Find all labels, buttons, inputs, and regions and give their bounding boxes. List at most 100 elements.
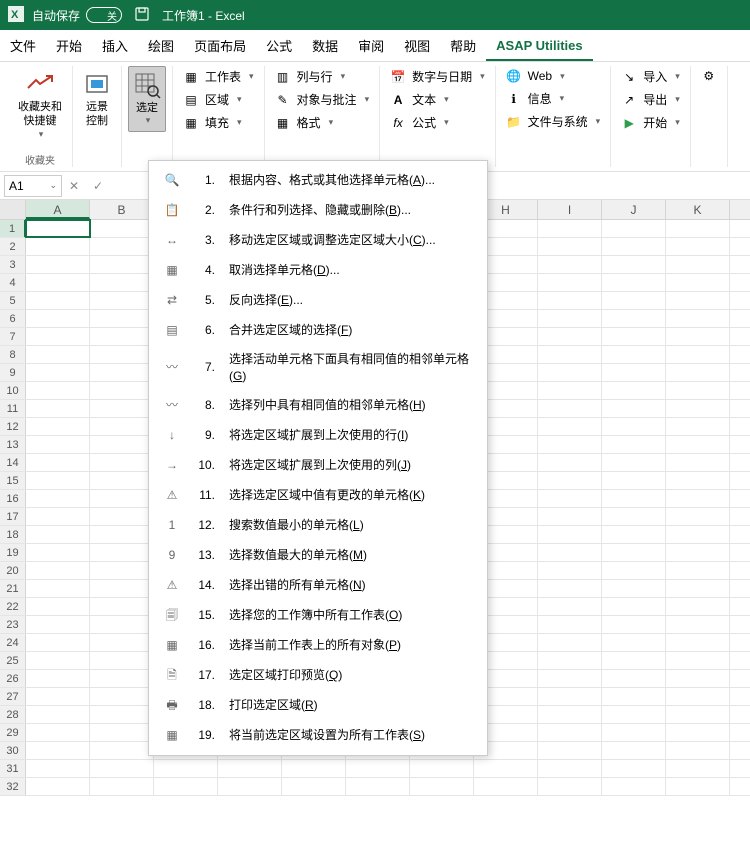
cell[interactable] (538, 508, 602, 525)
cell[interactable] (666, 454, 730, 471)
cell[interactable] (666, 598, 730, 615)
cell[interactable] (538, 616, 602, 633)
cell[interactable] (538, 688, 602, 705)
cell[interactable] (26, 760, 90, 777)
cell[interactable] (538, 598, 602, 615)
cell[interactable] (90, 490, 154, 507)
row-header[interactable]: 28 (0, 706, 26, 723)
cell[interactable] (666, 562, 730, 579)
cell[interactable] (90, 688, 154, 705)
cell[interactable] (26, 544, 90, 561)
cell[interactable] (602, 598, 666, 615)
cell[interactable] (90, 652, 154, 669)
cell[interactable] (26, 652, 90, 669)
cell[interactable] (602, 580, 666, 597)
row-header[interactable]: 15 (0, 472, 26, 489)
cell[interactable] (538, 364, 602, 381)
cell[interactable] (90, 526, 154, 543)
row-header[interactable]: 22 (0, 598, 26, 615)
menu-item-8[interactable]: 〰8.选择列中具有相同值的相邻单元格(H) (149, 391, 487, 421)
cell[interactable] (666, 544, 730, 561)
cell[interactable] (602, 382, 666, 399)
cell[interactable] (26, 238, 90, 255)
cell[interactable] (602, 436, 666, 453)
cell[interactable] (538, 346, 602, 363)
format-button[interactable]: ▦格式▾ (271, 112, 374, 133)
save-icon[interactable] (134, 6, 150, 25)
cell[interactable] (666, 688, 730, 705)
cell[interactable] (410, 778, 474, 795)
cell[interactable] (538, 634, 602, 651)
formula-button[interactable]: fx公式▾ (386, 112, 489, 133)
tab-file[interactable]: 文件 (0, 30, 46, 61)
cell[interactable] (666, 724, 730, 741)
cell[interactable] (538, 580, 602, 597)
cell[interactable] (602, 706, 666, 723)
col-header[interactable]: J (602, 200, 666, 219)
cell[interactable] (666, 508, 730, 525)
cell[interactable] (602, 346, 666, 363)
row-header[interactable]: 9 (0, 364, 26, 381)
cell[interactable] (602, 652, 666, 669)
confirm-icon[interactable]: ✓ (86, 179, 110, 193)
cell[interactable] (602, 472, 666, 489)
menu-item-11[interactable]: ⚠11.选择选定区域中值有更改的单元格(K) (149, 481, 487, 511)
cell[interactable] (666, 652, 730, 669)
row-header[interactable]: 29 (0, 724, 26, 741)
cell[interactable] (90, 724, 154, 741)
cell[interactable] (282, 760, 346, 777)
cell[interactable] (602, 310, 666, 327)
row-header[interactable]: 26 (0, 670, 26, 687)
row-header[interactable]: 8 (0, 346, 26, 363)
import-button[interactable]: ↘导入▾ (617, 66, 684, 87)
row-header[interactable]: 12 (0, 418, 26, 435)
cell[interactable] (90, 328, 154, 345)
cell[interactable] (26, 580, 90, 597)
cell[interactable] (346, 778, 410, 795)
cell[interactable] (90, 670, 154, 687)
cell[interactable] (346, 760, 410, 777)
cell[interactable] (474, 778, 538, 795)
cell[interactable] (538, 328, 602, 345)
cell[interactable] (90, 310, 154, 327)
cell[interactable] (666, 364, 730, 381)
tab-home[interactable]: 开始 (46, 30, 92, 61)
row-header[interactable]: 30 (0, 742, 26, 759)
cell[interactable] (666, 346, 730, 363)
cell[interactable] (26, 400, 90, 417)
menu-item-14[interactable]: ⚠14.选择出错的所有单元格(N) (149, 571, 487, 601)
cell[interactable] (90, 778, 154, 795)
cell[interactable] (90, 346, 154, 363)
menu-item-13[interactable]: 913.选择数值最大的单元格(M) (149, 541, 487, 571)
cell[interactable] (602, 490, 666, 507)
cell[interactable] (602, 256, 666, 273)
row-header[interactable]: 10 (0, 382, 26, 399)
tab-data[interactable]: 数据 (302, 30, 348, 61)
cell[interactable] (26, 292, 90, 309)
cell[interactable] (90, 418, 154, 435)
options-button[interactable]: ⚙ (697, 66, 721, 86)
cell[interactable] (602, 292, 666, 309)
cell[interactable] (538, 742, 602, 759)
row-header[interactable]: 13 (0, 436, 26, 453)
menu-item-9[interactable]: ↓9.将选定区域扩展到上次使用的行(I) (149, 421, 487, 451)
web-button[interactable]: 🌐Web▾ (502, 66, 605, 86)
cell[interactable] (90, 238, 154, 255)
cell[interactable] (602, 562, 666, 579)
cell[interactable] (282, 778, 346, 795)
cell[interactable] (602, 508, 666, 525)
cell[interactable] (602, 724, 666, 741)
row-header[interactable]: 21 (0, 580, 26, 597)
name-box[interactable]: A1⌄ (4, 175, 62, 197)
cell[interactable] (26, 256, 90, 273)
vision-button[interactable]: 远景 控制 (79, 66, 115, 133)
tab-draw[interactable]: 绘图 (138, 30, 184, 61)
cell[interactable] (602, 526, 666, 543)
row-header[interactable]: 6 (0, 310, 26, 327)
cell[interactable] (666, 670, 730, 687)
worksheet-button[interactable]: ▦工作表▾ (179, 66, 258, 87)
cell[interactable] (26, 310, 90, 327)
cell[interactable] (666, 274, 730, 291)
cell[interactable] (538, 220, 602, 237)
cell[interactable] (218, 778, 282, 795)
